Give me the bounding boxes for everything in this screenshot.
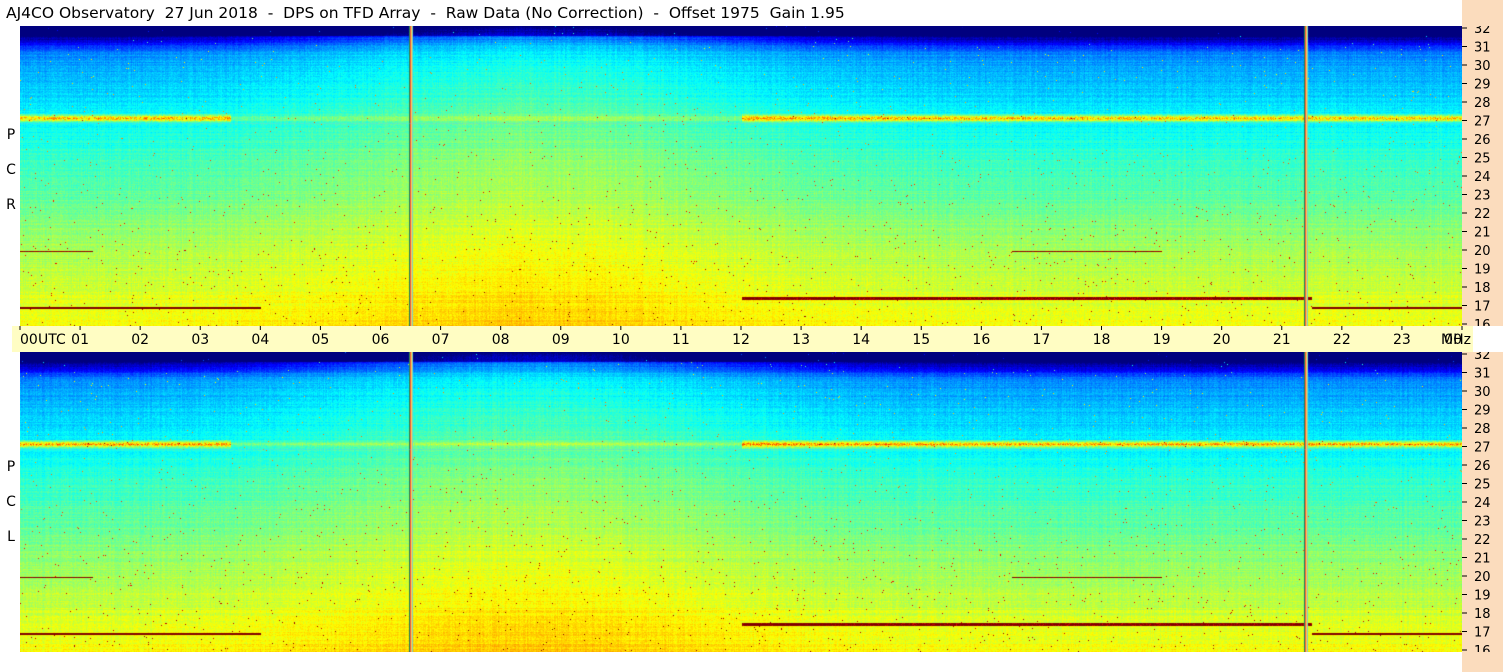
time-tick-label: 05 xyxy=(312,332,330,348)
freq-tick-label: 16 xyxy=(1474,644,1491,652)
pol-letter: L xyxy=(7,529,15,545)
time-tick-label: 21 xyxy=(1273,332,1291,348)
time-tick-label: 16 xyxy=(972,332,990,348)
polarization-label-lcp: P C L xyxy=(4,450,18,555)
freq-tick-label: 30 xyxy=(1474,385,1491,400)
freq-tick-label: 18 xyxy=(1474,607,1491,622)
time-tick-label: 20 xyxy=(1213,332,1231,348)
freq-tick-label: 27 xyxy=(1474,115,1491,130)
spectrogram-rcp-canvas xyxy=(20,26,1462,326)
time-tick-label: 04 xyxy=(251,332,269,348)
freq-tick-label: 27 xyxy=(1474,441,1491,456)
time-tick-label: 01 xyxy=(71,332,89,348)
freq-axis-rcp: 16 17 18 19 20 21 22 23 24 25 26 27 28 29 30 31 32 xyxy=(1462,22,1503,333)
freq-tick-label: 32 xyxy=(1474,352,1491,363)
polarization-label-rcp: P C R xyxy=(4,118,18,223)
freq-axis-top-strip xyxy=(1462,0,1503,26)
freq-tick-label: 32 xyxy=(1474,26,1491,37)
pol-letter: P xyxy=(6,127,16,143)
time-unit-label: UTC xyxy=(38,332,66,348)
time-tick-label: 00 xyxy=(20,332,38,348)
freq-axis-lcp: 16 17 18 19 20 21 22 23 24 25 26 27 28 29 30 31 32 xyxy=(1462,348,1503,659)
freq-tick-label: 21 xyxy=(1474,552,1491,567)
time-tick-label: 08 xyxy=(492,332,510,348)
freq-tick-label: 23 xyxy=(1474,189,1491,204)
freq-tick-label: 31 xyxy=(1474,41,1491,56)
freq-tick-label: 25 xyxy=(1474,152,1491,167)
time-tick-label: 06 xyxy=(372,332,390,348)
freq-tick-label: 28 xyxy=(1474,422,1491,437)
freq-tick-label: 24 xyxy=(1474,496,1491,511)
freq-tick-label: 28 xyxy=(1474,96,1491,111)
freq-tick-label: 24 xyxy=(1474,170,1491,185)
freq-tick-label: 17 xyxy=(1474,300,1491,315)
freq-tick-label: 26 xyxy=(1474,133,1491,148)
time-axis-svg: 00 01 02 03 04 05 06 07 08 09 10 11 12 13 14 15 16 17 18 19… xyxy=(19,326,1471,348)
freq-tick-label: 19 xyxy=(1474,589,1491,604)
freq-tick-label: 23 xyxy=(1474,515,1491,530)
time-tick-label: 03 xyxy=(191,332,209,348)
pol-letter: C xyxy=(6,494,16,510)
pol-letter: C xyxy=(6,162,16,178)
spectrogram-lcp-canvas xyxy=(20,352,1462,652)
freq-tick-label: 26 xyxy=(1474,459,1491,474)
pol-letter: R xyxy=(6,197,16,213)
time-tick-label: 12 xyxy=(732,332,750,348)
freq-tick-label: 25 xyxy=(1474,478,1491,493)
freq-axis-bottom-strip xyxy=(1462,652,1503,672)
time-tick-label: 14 xyxy=(852,332,870,348)
time-tick-label: 11 xyxy=(672,332,690,348)
freq-tick-label: 22 xyxy=(1474,533,1491,548)
chart-title: AJ4CO Observatory 27 Jun 2018 - DPS on T… xyxy=(6,4,845,22)
time-tick-label: 17 xyxy=(1033,332,1051,348)
freq-tick-label: 18 xyxy=(1474,281,1491,296)
freq-axis-lcp-svg: 16 17 18 19 20 21 22 23 24 25 26 27 28 29 30 31 32 xyxy=(1462,348,1491,659)
freq-tick-label: 22 xyxy=(1474,207,1491,222)
spectrogram-lcp xyxy=(20,352,1462,652)
freq-tick-label: 20 xyxy=(1474,570,1491,585)
spectrogram-rcp xyxy=(20,26,1462,326)
time-tick-label: 09 xyxy=(552,332,570,348)
freq-tick-label: 20 xyxy=(1474,244,1491,259)
freq-tick-label: 29 xyxy=(1474,78,1491,93)
freq-unit-label: MHz xyxy=(1441,332,1471,348)
time-tick-label: 18 xyxy=(1093,332,1111,348)
time-tick-label: 02 xyxy=(131,332,149,348)
time-tick-label: 07 xyxy=(432,332,450,348)
time-tick-label: 19 xyxy=(1153,332,1171,348)
freq-tick-label: 29 xyxy=(1474,404,1491,419)
freq-tick-label: 21 xyxy=(1474,226,1491,241)
time-tick-label: 22 xyxy=(1333,332,1351,348)
time-axis: 00 01 02 03 04 05 06 07 08 09 10 11 12 13 14 15 16 17 18 19… xyxy=(12,326,1473,352)
time-tick-label: 15 xyxy=(912,332,930,348)
freq-tick-label: 31 xyxy=(1474,367,1491,382)
freq-tick-label: 17 xyxy=(1474,626,1491,641)
time-tick-label: 23 xyxy=(1393,332,1411,348)
time-tick-label: 10 xyxy=(612,332,630,348)
time-tick-label: 13 xyxy=(792,332,810,348)
pol-letter: P xyxy=(6,459,16,475)
freq-axis-rcp-svg: 16 17 18 19 20 21 22 23 24 25 26 27 28 29 30 31 32 xyxy=(1462,22,1491,333)
freq-tick-label: 16 xyxy=(1474,318,1491,326)
freq-tick-label: 30 xyxy=(1474,59,1491,74)
freq-tick-label: 19 xyxy=(1474,263,1491,278)
